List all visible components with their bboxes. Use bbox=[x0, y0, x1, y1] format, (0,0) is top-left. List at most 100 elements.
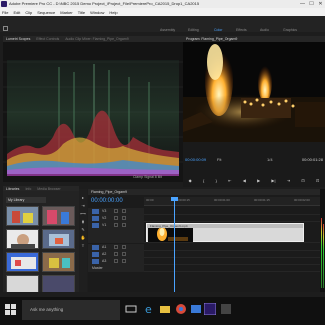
tab-libraries[interactable]: Libraries bbox=[6, 187, 19, 191]
workspace-effects[interactable]: Effects bbox=[236, 28, 247, 32]
hand-tool-icon[interactable]: ✋ bbox=[81, 235, 86, 240]
lock-icon[interactable] bbox=[114, 223, 118, 227]
eye-icon[interactable] bbox=[122, 216, 126, 220]
home-icon[interactable] bbox=[3, 26, 8, 31]
windows-start-icon[interactable] bbox=[5, 304, 16, 315]
premiere-app-icon bbox=[1, 1, 7, 7]
track-label: V2 bbox=[102, 216, 107, 220]
ruler-tick-label: 00:00:02:00 bbox=[294, 198, 310, 202]
track-label: V3 bbox=[102, 209, 107, 213]
photos-icon[interactable] bbox=[190, 303, 202, 315]
explorer-icon[interactable] bbox=[159, 303, 171, 315]
app-icon[interactable] bbox=[220, 303, 232, 315]
timeline-panel: Flaming_Pipe_Orgam9 00:00:00:00 00:00 00… bbox=[88, 189, 320, 292]
library-thumbnail[interactable] bbox=[6, 206, 39, 226]
tab-program-monitor[interactable]: Program: Flaming_Pipe_Orgam9 bbox=[186, 37, 237, 41]
razor-tool-icon[interactable]: ⧫ bbox=[82, 219, 84, 224]
close-button[interactable]: ✕ bbox=[316, 0, 325, 8]
menu-title[interactable]: Title bbox=[78, 10, 85, 15]
workspace-audio[interactable]: Audio bbox=[260, 28, 269, 32]
zoom-fit-select[interactable]: Fit bbox=[217, 157, 221, 162]
libraries-panel-tabs: Libraries Info Media Browser bbox=[3, 186, 79, 191]
tab-effect-controls[interactable]: Effect Controls bbox=[36, 37, 59, 41]
add-marker-button[interactable]: ◆ bbox=[189, 178, 192, 183]
type-tool-icon[interactable]: T bbox=[82, 243, 84, 248]
tab-media-browser[interactable]: Media Browser bbox=[37, 187, 60, 191]
solo-icon[interactable] bbox=[122, 245, 126, 249]
tab-info[interactable]: Info bbox=[25, 187, 31, 191]
play-button[interactable]: ▶ bbox=[257, 178, 260, 183]
export-frame-button[interactable]: ⊡ bbox=[316, 178, 319, 183]
tab-lumetri-scopes[interactable]: Lumetri Scopes bbox=[6, 37, 30, 41]
mute-icon[interactable] bbox=[114, 252, 118, 256]
go-to-in-button[interactable]: ⇤ bbox=[228, 178, 231, 183]
pen-tool-icon[interactable]: ✎ bbox=[81, 227, 84, 232]
library-select[interactable]: My Library bbox=[6, 197, 46, 203]
track-label: V1 bbox=[102, 223, 107, 227]
step-forward-button[interactable]: ▶| bbox=[271, 178, 275, 183]
mark-in-button[interactable]: { bbox=[203, 178, 204, 183]
eye-icon[interactable] bbox=[122, 223, 126, 227]
track-target-toggle[interactable] bbox=[92, 216, 99, 221]
library-thumbnail[interactable] bbox=[42, 229, 75, 249]
track-header: V3 bbox=[88, 208, 144, 215]
solo-icon[interactable] bbox=[122, 259, 126, 263]
library-thumbnail[interactable] bbox=[42, 275, 75, 292]
eye-icon[interactable] bbox=[122, 209, 126, 213]
library-thumbnail[interactable] bbox=[42, 206, 75, 226]
track-target-toggle[interactable] bbox=[92, 209, 99, 214]
go-to-out-button[interactable]: ⇥ bbox=[287, 178, 290, 183]
premiere-icon[interactable] bbox=[204, 303, 216, 315]
menu-window[interactable]: Window bbox=[90, 10, 104, 15]
program-video-frame bbox=[183, 42, 325, 142]
task-view-icon[interactable] bbox=[125, 303, 137, 315]
chrome-icon[interactable] bbox=[175, 303, 187, 315]
timeline-timecode[interactable]: 00:00:00:00 bbox=[91, 198, 123, 204]
library-thumbnail[interactable] bbox=[6, 252, 39, 272]
menu-sequence[interactable]: Sequence bbox=[37, 10, 55, 15]
solo-icon[interactable] bbox=[122, 252, 126, 256]
video-clip[interactable]: Flaming_Pipe_Orgam9.mp4 bbox=[146, 223, 304, 242]
track-header: V1 bbox=[88, 222, 144, 243]
workspace-assembly[interactable]: Assembly bbox=[160, 28, 175, 32]
menu-clip[interactable]: Clip bbox=[25, 10, 32, 15]
lock-icon[interactable] bbox=[114, 216, 118, 220]
playback-quality-select[interactable]: 1/4 bbox=[267, 157, 273, 162]
step-back-button[interactable]: ◀ bbox=[243, 178, 246, 183]
playhead[interactable] bbox=[174, 197, 175, 292]
ripple-edit-tool-icon[interactable]: ⟷ bbox=[80, 211, 86, 216]
track-target-toggle[interactable] bbox=[92, 252, 99, 257]
track-header: A3 bbox=[88, 258, 144, 265]
mute-icon[interactable] bbox=[114, 245, 118, 249]
program-timecode[interactable]: 00:00:00:09 bbox=[185, 157, 206, 162]
workspace-graphics[interactable]: Graphics bbox=[283, 28, 297, 32]
menu-edit[interactable]: Edit bbox=[13, 10, 20, 15]
menu-marker[interactable]: Marker bbox=[60, 10, 72, 15]
track-target-toggle[interactable] bbox=[92, 223, 99, 228]
edge-icon[interactable]: e bbox=[143, 303, 155, 315]
workspace-color[interactable]: Color bbox=[214, 28, 222, 32]
library-thumbnail[interactable] bbox=[42, 252, 75, 272]
taskbar-search-box[interactable]: Ask me anything bbox=[22, 300, 120, 320]
lift-button[interactable]: ⊡ bbox=[301, 178, 304, 183]
library-thumbnail[interactable] bbox=[6, 229, 39, 249]
track-label: Master bbox=[92, 266, 103, 270]
mute-icon[interactable] bbox=[114, 259, 118, 263]
lock-icon[interactable] bbox=[114, 209, 118, 213]
menu-file[interactable]: File bbox=[2, 10, 8, 15]
maximize-button[interactable]: ☐ bbox=[307, 0, 316, 8]
menu-help[interactable]: Help bbox=[109, 10, 117, 15]
library-thumbnail[interactable] bbox=[6, 275, 39, 292]
track-target-toggle[interactable] bbox=[92, 245, 99, 250]
tab-audio-clip-mixer[interactable]: Audio Clip Mixer: Flaming_Pipe_Orgam9 bbox=[65, 37, 128, 41]
selection-tool-icon[interactable]: ▸ bbox=[82, 195, 84, 200]
timeline-tabs: Flaming_Pipe_Orgam9 bbox=[88, 189, 320, 195]
menu-bar: File Edit Clip Sequence Marker Title Win… bbox=[0, 8, 325, 16]
workspace-editing[interactable]: Editing bbox=[188, 28, 199, 32]
track-select-tool-icon[interactable]: ⇥ bbox=[81, 203, 84, 208]
mark-out-button[interactable]: } bbox=[216, 178, 217, 183]
tab-sequence[interactable]: Flaming_Pipe_Orgam9 bbox=[91, 190, 127, 194]
track-target-toggle[interactable] bbox=[92, 259, 99, 264]
minimize-button[interactable]: — bbox=[298, 0, 307, 8]
ruler-tick-label: 00:00:01:00 bbox=[214, 198, 230, 202]
